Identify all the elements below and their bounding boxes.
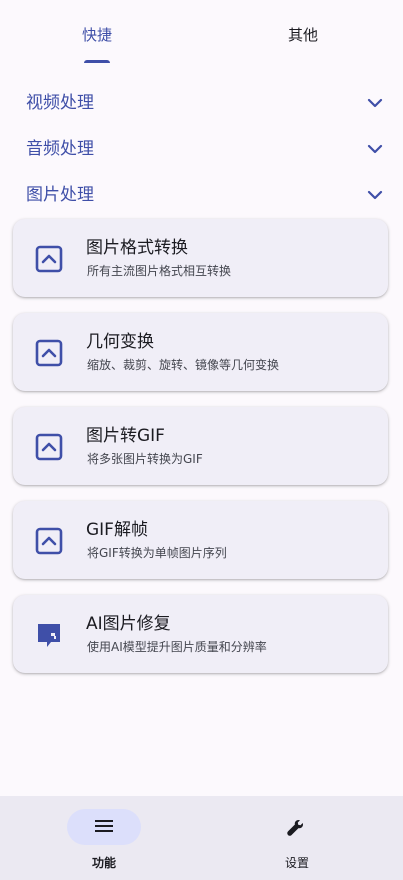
card-description: 将GIF转换为单帧图片序列 (87, 546, 227, 560)
card-title: 几何变换 (86, 332, 154, 352)
section-label: 音频处理 (26, 139, 94, 159)
card-description: 使用AI模型提升图片质量和分辨率 (87, 640, 267, 654)
section-audio[interactable]: 音频处理 (0, 129, 403, 169)
section-label: 图片处理 (26, 185, 94, 205)
ai-comment-icon (38, 624, 60, 647)
tab-others[interactable]: 其他 (243, 24, 363, 46)
card-ai-image-repair[interactable]: AI图片修复 使用AI模型提升图片质量和分辨率 (13, 595, 388, 673)
bottom-navigation: 功能 设置 (0, 796, 403, 880)
nav-label-functions[interactable]: 功能 (64, 855, 144, 871)
section-video[interactable]: 视频处理 (0, 83, 403, 123)
card-title: GIF解帧 (86, 520, 148, 540)
image-icon (35, 433, 63, 461)
menu-icon[interactable] (94, 818, 114, 836)
card-title: 图片格式转换 (86, 238, 188, 258)
section-label: 视频处理 (26, 93, 94, 113)
card-title: AI图片修复 (86, 614, 171, 634)
image-icon (35, 527, 63, 555)
nav-label-settings[interactable]: 设置 (257, 855, 337, 871)
image-icon (35, 339, 63, 367)
card-description: 所有主流图片格式相互转换 (87, 264, 232, 278)
chevron-down-icon (367, 144, 383, 154)
card-image-format-convert[interactable]: 图片格式转换 所有主流图片格式相互转换 (13, 219, 388, 297)
card-image-to-gif[interactable]: 图片转GIF 将多张图片转换为GIF (13, 407, 388, 485)
top-tab-bar: 快捷 其他 (0, 0, 403, 64)
section-image[interactable]: 图片处理 (0, 175, 403, 215)
wrench-icon[interactable] (285, 818, 305, 838)
chevron-down-icon (367, 190, 383, 200)
card-title: 图片转GIF (86, 426, 165, 446)
card-gif-frames[interactable]: GIF解帧 将GIF转换为单帧图片序列 (13, 501, 388, 579)
tab-shortcuts[interactable]: 快捷 (37, 24, 157, 46)
chevron-down-icon (367, 98, 383, 108)
image-icon (35, 245, 63, 273)
card-description: 缩放、裁剪、旋转、镜像等几何变换 (87, 358, 280, 372)
card-description: 将多张图片转换为GIF (87, 452, 203, 466)
card-geometric-transform[interactable]: 几何变换 缩放、裁剪、旋转、镜像等几何变换 (13, 313, 388, 391)
active-tab-indicator (84, 60, 110, 63)
